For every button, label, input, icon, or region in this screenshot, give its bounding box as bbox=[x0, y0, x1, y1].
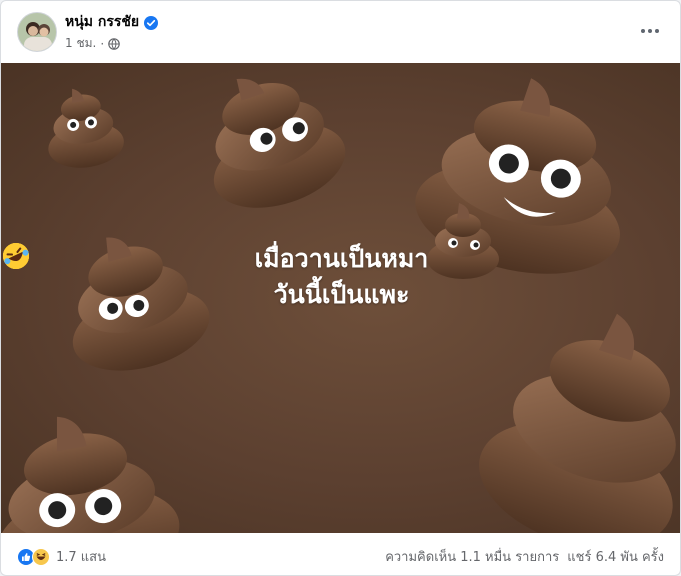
reactions-summary[interactable]: 1.7 แสน bbox=[17, 546, 106, 567]
poop-emoji-icon bbox=[479, 313, 676, 533]
rolling-laughing-emoji-icon bbox=[3, 243, 29, 269]
poop-emoji-icon bbox=[48, 88, 124, 168]
author-avatar[interactable] bbox=[17, 12, 57, 52]
post-meta: 1 ชม. · bbox=[65, 34, 120, 53]
author-name[interactable]: หนุ่ม กรรชัย bbox=[65, 11, 139, 33]
more-dot-icon bbox=[648, 29, 652, 33]
verified-badge-icon bbox=[144, 15, 159, 30]
engagement-stats: ความคิดเห็น 1.1 หมื่น รายการ แชร์ 6.4 พั… bbox=[385, 546, 664, 567]
post-card: หนุ่ม กรรชัย 1 ชม. · เมื่อวานเป็นหมา วัน… bbox=[0, 0, 681, 576]
caption-line-1: เมื่อวานเป็นหมา bbox=[254, 244, 429, 273]
caption-line-2: วันนี้เป็นแพะ bbox=[273, 280, 410, 309]
comments-count-link[interactable]: ความคิดเห็น 1.1 หมื่น รายการ bbox=[385, 546, 559, 567]
globe-icon bbox=[108, 37, 120, 50]
author-row: หนุ่ม กรรชัย bbox=[65, 11, 159, 33]
post-footer: 1.7 แสน ความคิดเห็น 1.1 หมื่น รายการ แชร… bbox=[1, 533, 680, 575]
more-dot-icon bbox=[641, 29, 645, 33]
poop-emoji-icon bbox=[1, 416, 180, 533]
meta-separator: · bbox=[100, 36, 105, 51]
post-timestamp[interactable]: 1 ชม. bbox=[65, 34, 96, 53]
reaction-icons bbox=[17, 547, 50, 566]
poop-emoji-icon bbox=[213, 78, 346, 208]
more-options-button[interactable] bbox=[634, 15, 666, 47]
more-dot-icon bbox=[655, 29, 659, 33]
post-image[interactable]: เมื่อวานเป็นหมา วันนี้เป็นแพะ bbox=[1, 63, 680, 533]
image-caption: เมื่อวานเป็นหมา วันนี้เป็นแพะ bbox=[1, 241, 680, 317]
haha-icon bbox=[32, 547, 50, 566]
post-header: หนุ่ม กรรชัย 1 ชม. · bbox=[1, 1, 680, 61]
shares-count-link[interactable]: แชร์ 6.4 พัน ครั้ง bbox=[567, 546, 664, 567]
reaction-count: 1.7 แสน bbox=[56, 550, 107, 565]
